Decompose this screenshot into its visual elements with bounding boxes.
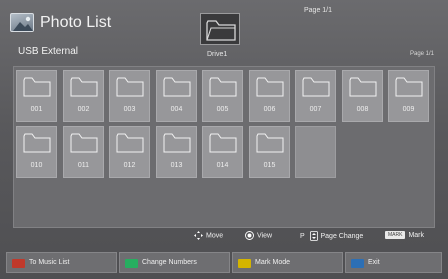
folder-icon <box>163 133 191 153</box>
folder-tile[interactable]: 012 <box>109 126 150 178</box>
change-numbers-label: Change Numbers <box>142 259 197 266</box>
mark-key: MARK <box>385 231 406 239</box>
folder-tile[interactable]: 009 <box>388 70 429 122</box>
folder-number: 007 <box>309 106 322 113</box>
folder-icon <box>163 77 191 97</box>
folder-tile[interactable]: 004 <box>156 70 197 122</box>
folder-icon <box>209 133 237 153</box>
folder-tile[interactable]: 006 <box>249 70 290 122</box>
folder-tile[interactable]: 008 <box>342 70 383 122</box>
red-key-icon <box>12 259 25 268</box>
hint-mark: MARK Mark <box>385 231 424 243</box>
to-music-list-button[interactable]: To Music List <box>6 252 117 273</box>
folder-tile[interactable]: 003 <box>109 70 150 122</box>
hint-move-label: Move <box>206 232 224 240</box>
updown-icon <box>309 231 318 241</box>
folder-number: 012 <box>123 162 136 169</box>
folder-number: 008 <box>356 106 369 113</box>
page-indicator: Page 1/1 <box>304 7 333 14</box>
change-numbers-button[interactable]: Change Numbers <box>119 252 230 273</box>
green-key-icon <box>125 259 138 268</box>
folder-number: 002 <box>77 106 90 113</box>
hint-view: View <box>245 231 272 243</box>
drive-folder-button[interactable] <box>200 13 240 45</box>
folder-number: 010 <box>30 162 43 169</box>
folder-tile[interactable]: 002 <box>63 70 104 122</box>
folder-tile[interactable]: 005 <box>202 70 243 122</box>
to-music-list-label: To Music List <box>29 259 70 266</box>
yellow-key-icon <box>238 259 251 268</box>
folder-icon <box>256 77 284 97</box>
folder-icon <box>70 77 98 97</box>
hint-page-label: Page Change <box>320 232 364 240</box>
folder-icon <box>23 133 51 153</box>
folder-tile[interactable]: 007 <box>295 70 336 122</box>
mark-mode-button[interactable]: Mark Mode <box>232 252 343 273</box>
hint-mark-label: Mark <box>408 231 425 239</box>
empty-tile <box>295 126 336 178</box>
hint-page: P Page Change <box>300 231 363 243</box>
folder-tile[interactable]: 001 <box>16 70 57 122</box>
arrows-icon <box>194 231 203 240</box>
folder-icon <box>256 133 284 153</box>
folder-icon <box>206 20 236 41</box>
folder-number: 014 <box>216 162 229 169</box>
folder-number: 005 <box>216 106 229 113</box>
folder-grid: 001 002 003 004 005 006 007 008 009 010 … <box>16 70 436 180</box>
page-title: Photo List <box>40 14 112 31</box>
folder-number: 006 <box>263 106 276 113</box>
folder-number: 004 <box>170 106 183 113</box>
hint-move: Move <box>194 231 223 243</box>
blue-key-icon <box>351 259 364 268</box>
exit-label: Exit <box>368 259 380 266</box>
folder-icon <box>23 77 51 97</box>
folder-tile[interactable]: 014 <box>202 126 243 178</box>
folder-tile[interactable]: 013 <box>156 126 197 178</box>
folder-number: 009 <box>402 106 415 113</box>
folder-icon <box>116 133 144 153</box>
page-indicator-small: Page 1/1 <box>410 51 435 57</box>
photo-list-screen: Photo List Page 1/1 USB External Drive1 … <box>0 0 448 279</box>
folder-number: 001 <box>30 106 43 113</box>
source-label: USB External <box>18 46 79 57</box>
hint-view-label: View <box>257 232 273 240</box>
folder-tile[interactable]: 015 <box>249 126 290 178</box>
folder-icon <box>116 77 144 97</box>
folder-tile[interactable]: 010 <box>16 126 57 178</box>
folder-icon <box>302 77 330 97</box>
hint-page-key: P <box>300 232 305 240</box>
photo-icon <box>10 13 34 32</box>
folder-tile[interactable]: 011 <box>63 126 104 178</box>
mark-mode-label: Mark Mode <box>255 259 291 266</box>
drive-label: Drive1 <box>207 51 228 58</box>
folder-number: 015 <box>263 162 276 169</box>
folder-number: 003 <box>123 106 136 113</box>
folder-icon <box>70 133 98 153</box>
folder-number: 013 <box>170 162 183 169</box>
folder-icon <box>349 77 377 97</box>
folder-icon <box>209 77 237 97</box>
ok-icon <box>245 231 254 240</box>
exit-button[interactable]: Exit <box>345 252 442 273</box>
folder-number: 011 <box>77 162 90 169</box>
folder-icon <box>395 77 423 97</box>
